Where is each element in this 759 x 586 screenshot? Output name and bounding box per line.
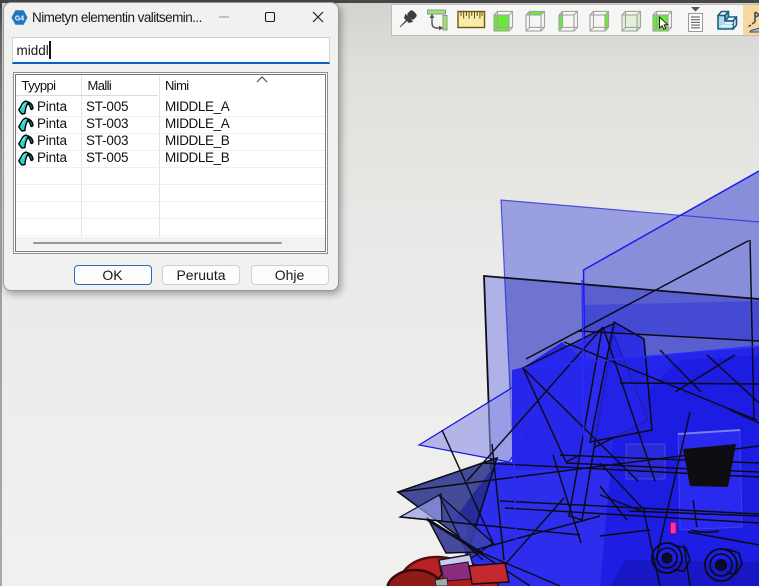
svg-text:G4: G4 — [15, 16, 24, 23]
